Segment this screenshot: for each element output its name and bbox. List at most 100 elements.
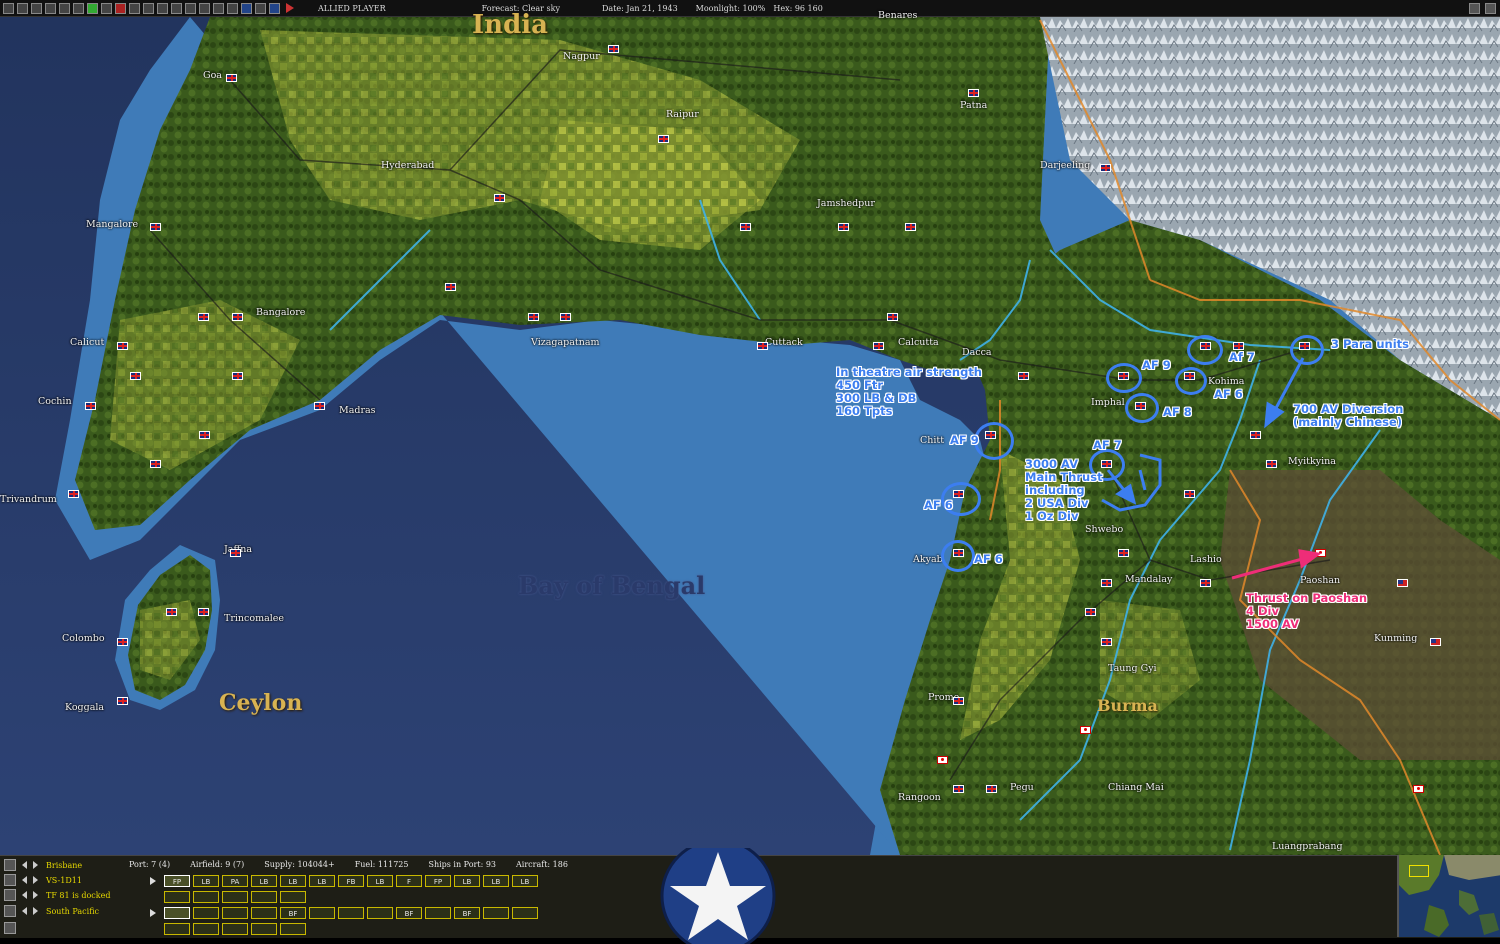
- base-flag-calicut[interactable]: [117, 342, 128, 350]
- ship-unit-2-5[interactable]: [280, 923, 306, 935]
- toolbar-button-2[interactable]: [17, 2, 28, 14]
- aircraft-unit-13[interactable]: LB: [512, 875, 538, 887]
- place-vizagapatnam[interactable]: Vizagapatnam: [531, 337, 600, 348]
- base-flag-inland-2[interactable]: [905, 223, 916, 231]
- base-flag-dacca[interactable]: [1018, 372, 1029, 380]
- aircraft-unit-12[interactable]: LB: [483, 875, 509, 887]
- toolbar-button-1[interactable]: [3, 2, 14, 14]
- base-flag-vizagapatnam[interactable]: [528, 313, 539, 321]
- place-dacca[interactable]: Dacca: [962, 347, 992, 358]
- enemy-flag-south-1[interactable]: [937, 756, 948, 764]
- base-flag-inland-1[interactable]: [740, 223, 751, 231]
- aircraft-unit-4[interactable]: LB: [251, 875, 277, 887]
- place-calcutta[interactable]: Calcutta: [898, 337, 939, 348]
- panel-row-2-prev-icon[interactable]: [22, 876, 27, 884]
- enemy-flag-paoshan[interactable]: [1315, 549, 1326, 557]
- base-flag-burma-1[interactable]: [1184, 490, 1195, 498]
- facility-unit-2[interactable]: [193, 907, 219, 919]
- base-flag-bangalore[interactable]: [232, 313, 243, 321]
- objective-ring-af9-north[interactable]: [1106, 363, 1142, 393]
- panel-row-1-toggle[interactable]: [4, 859, 16, 871]
- facility-unit-12[interactable]: [483, 907, 509, 919]
- place-goa[interactable]: Goa: [203, 70, 222, 81]
- chinese-flag-kunming[interactable]: [1430, 638, 1441, 646]
- expand-facilities-icon[interactable]: [150, 909, 156, 917]
- panel-row-1-name[interactable]: Brisbane: [46, 861, 126, 870]
- base-flag-inland-5[interactable]: [232, 372, 243, 380]
- base-flag-darjeeling[interactable]: [1100, 164, 1111, 172]
- toolbar-button-5[interactable]: [59, 2, 70, 14]
- ship-unit-2-4[interactable]: [251, 923, 277, 935]
- enemy-flag-south-2[interactable]: [1080, 726, 1091, 734]
- place-paoshan[interactable]: Paoshan: [1300, 575, 1340, 586]
- base-flag-cochin[interactable]: [85, 402, 96, 410]
- base-flag-inland-8[interactable]: [150, 460, 161, 468]
- base-flag-colombo[interactable]: [117, 638, 128, 646]
- toolbar-button-6[interactable]: [73, 2, 84, 14]
- aircraft-unit-11[interactable]: LB: [454, 875, 480, 887]
- toolbar-button-15[interactable]: [199, 2, 210, 14]
- base-flag-patna[interactable]: [968, 89, 979, 97]
- place-jamshedpur[interactable]: Jamshedpur: [817, 198, 875, 209]
- base-flag-ceylon-1[interactable]: [166, 608, 177, 616]
- place-luangprabang[interactable]: Luangprabang: [1272, 841, 1343, 852]
- base-flag-coast-1[interactable]: [560, 313, 571, 321]
- place-trivandrum[interactable]: Trivandrum: [0, 494, 57, 505]
- facility-unit-8[interactable]: [367, 907, 393, 919]
- panel-row-3-next-icon[interactable]: [33, 891, 38, 899]
- toolbar-button-9[interactable]: [115, 2, 126, 14]
- place-imphal[interactable]: Imphal: [1091, 397, 1125, 408]
- place-myitkyina[interactable]: Myitkyina: [1288, 456, 1336, 467]
- base-flag-trincomalee[interactable]: [198, 608, 209, 616]
- ship-unit-1-1[interactable]: [164, 891, 190, 903]
- objective-ring-kohima[interactable]: [1175, 367, 1207, 395]
- base-flag-trivandrum[interactable]: [68, 490, 79, 498]
- aircraft-unit-10[interactable]: FP: [425, 875, 451, 887]
- base-flag-myitkyina[interactable]: [1266, 460, 1277, 468]
- base-flag-burma-3[interactable]: [1101, 638, 1112, 646]
- facility-unit-3[interactable]: [222, 907, 248, 919]
- panel-row-3-toggle[interactable]: [4, 889, 16, 901]
- panel-row-2-toggle[interactable]: [4, 874, 16, 886]
- panel-row-4-next-icon[interactable]: [33, 907, 38, 915]
- base-flag-mandalay[interactable]: [1101, 579, 1112, 587]
- hex-map[interactable]: India Ceylon Burma Bay of Bengal Benares…: [0, 10, 1500, 855]
- toolbar-button-4[interactable]: [45, 2, 56, 14]
- toolbar-button-13[interactable]: [171, 2, 182, 14]
- base-flag-inland-3[interactable]: [445, 283, 456, 291]
- base-flag-mangalore[interactable]: [150, 223, 161, 231]
- objective-ring-imphal[interactable]: [1125, 393, 1159, 423]
- toolbar-button-12[interactable]: [157, 2, 168, 14]
- place-calicut[interactable]: Calicut: [70, 337, 104, 348]
- facility-unit-7[interactable]: [338, 907, 364, 919]
- toolbar-button-19[interactable]: [255, 2, 266, 14]
- base-flag-kohima-north[interactable]: [1233, 342, 1244, 350]
- facility-unit-5[interactable]: BF: [280, 907, 306, 919]
- place-nagpur[interactable]: Nagpur: [563, 51, 600, 62]
- panel-row-2-next-icon[interactable]: [33, 876, 38, 884]
- ship-unit-2-1[interactable]: [164, 923, 190, 935]
- panel-row-3-name[interactable]: TF 81 is docked: [46, 891, 126, 900]
- place-colombo[interactable]: Colombo: [62, 633, 105, 644]
- base-flag-madras[interactable]: [314, 402, 325, 410]
- toolbar-button-10[interactable]: [129, 2, 140, 14]
- panel-row-5-toggle[interactable]: [4, 922, 16, 934]
- panel-row-1-prev-icon[interactable]: [22, 861, 27, 869]
- facility-unit-6[interactable]: [309, 907, 335, 919]
- ship-unit-2-2[interactable]: [193, 923, 219, 935]
- expand-aircraft-icon[interactable]: [150, 877, 156, 885]
- place-trincomalee[interactable]: Trincomalee: [224, 613, 284, 624]
- panel-row-4-prev-icon[interactable]: [22, 907, 27, 915]
- toolbar-button-11[interactable]: [143, 2, 154, 14]
- toolbar-button-16[interactable]: [213, 2, 224, 14]
- place-taunggyi[interactable]: Taung Gyi: [1108, 663, 1157, 674]
- toolbar-button-3[interactable]: [31, 2, 42, 14]
- place-cuttack[interactable]: Cuttack: [765, 337, 803, 348]
- place-madras[interactable]: Madras: [339, 405, 376, 416]
- place-chittagong[interactable]: Chitt: [920, 435, 944, 446]
- place-bangalore[interactable]: Bangalore: [256, 307, 305, 318]
- base-flag-goa[interactable]: [226, 74, 237, 82]
- facility-unit-4[interactable]: [251, 907, 277, 919]
- place-darjeeling[interactable]: Darjeeling: [1040, 160, 1090, 171]
- ship-unit-1-4[interactable]: [251, 891, 277, 903]
